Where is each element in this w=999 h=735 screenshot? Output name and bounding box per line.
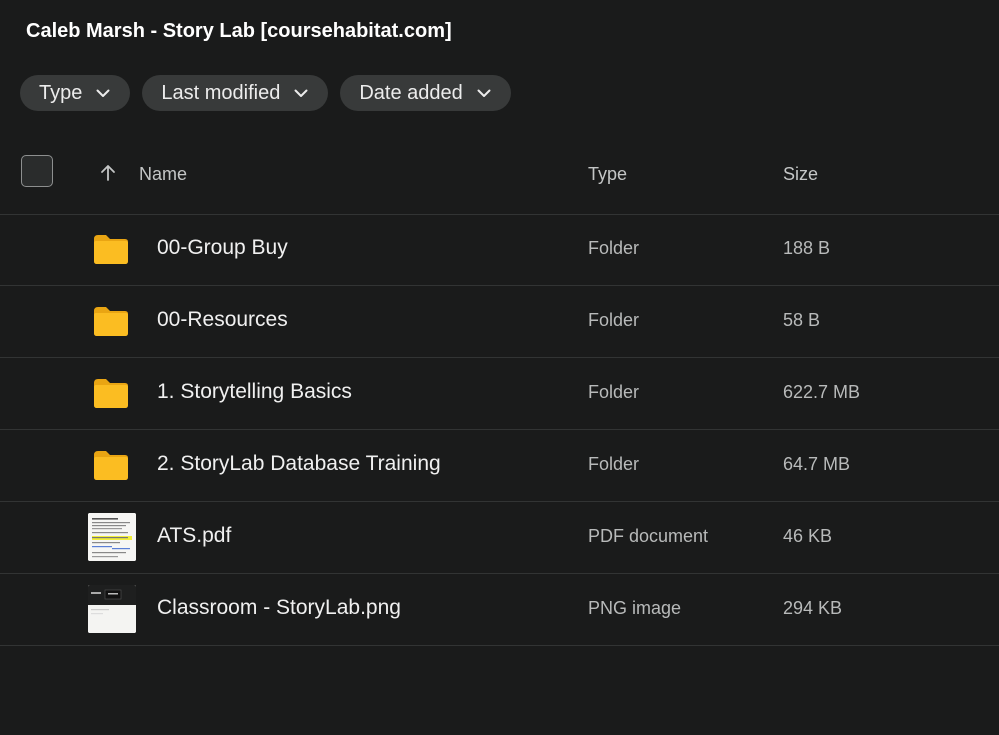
row-size: 188 B: [783, 238, 831, 258]
file-list: 00-Group Buy Folder 188 B 00-Resources F…: [0, 214, 999, 646]
row-name: Classroom - StoryLab.png: [157, 596, 401, 619]
filter-bar: Type Last modified Date added: [20, 75, 511, 111]
table-row[interactable]: 00-Resources Folder 58 B: [0, 286, 999, 358]
filter-date-added-label: Date added: [359, 81, 463, 104]
row-thumbnail: [88, 369, 136, 417]
row-name: ATS.pdf: [157, 524, 232, 547]
row-type: PDF document: [588, 526, 709, 546]
row-size: 64.7 MB: [783, 454, 851, 474]
row-size: 622.7 MB: [783, 382, 861, 402]
row-thumbnail: [88, 441, 136, 489]
row-name: 1. Storytelling Basics: [157, 380, 352, 403]
row-size: 294 KB: [783, 598, 843, 618]
row-size: 58 B: [783, 310, 821, 330]
table-row[interactable]: 2. StoryLab Database Training Folder 64.…: [0, 430, 999, 502]
column-header-size[interactable]: Size: [783, 164, 818, 185]
filter-last-modified-button[interactable]: Last modified: [142, 75, 329, 111]
row-thumbnail: [88, 585, 136, 633]
row-type: Folder: [588, 238, 640, 258]
filter-type-label: Type: [39, 81, 83, 104]
folder-icon: [94, 235, 128, 264]
page-title: Caleb Marsh - Story Lab [coursehabitat.c…: [26, 20, 452, 42]
row-name: 00-Resources: [157, 308, 288, 331]
chevron-down-icon: [96, 89, 110, 97]
row-thumbnail: [88, 513, 136, 561]
filter-last-modified-label: Last modified: [161, 81, 281, 104]
filter-type-button[interactable]: Type: [20, 75, 131, 111]
row-type: PNG image: [588, 598, 682, 618]
column-header-name[interactable]: Name: [139, 164, 187, 185]
chevron-down-icon: [477, 89, 491, 97]
table-header: Name Type Size: [0, 140, 999, 215]
row-type: Folder: [588, 310, 640, 330]
chevron-down-icon: [294, 89, 308, 97]
filter-date-added-button[interactable]: Date added: [340, 75, 511, 111]
folder-icon: [94, 379, 128, 408]
table-row[interactable]: 00-Group Buy Folder 188 B: [0, 214, 999, 286]
png-thumbnail-icon: [88, 585, 136, 633]
folder-icon: [94, 451, 128, 480]
row-type: Folder: [588, 382, 640, 402]
row-type: Folder: [588, 454, 640, 474]
row-thumbnail: [88, 225, 136, 273]
pdf-thumbnail-icon: [88, 513, 136, 561]
folder-icon: [94, 307, 128, 336]
table-row[interactable]: Classroom - StoryLab.png PNG image 294 K…: [0, 574, 999, 646]
row-name: 00-Group Buy: [157, 236, 288, 259]
arrow-up-icon[interactable]: [99, 164, 117, 182]
table-row[interactable]: 1. Storytelling Basics Folder 622.7 MB: [0, 358, 999, 430]
row-size: 46 KB: [783, 526, 833, 546]
select-all-checkbox[interactable]: [21, 155, 53, 187]
row-name: 2. StoryLab Database Training: [157, 452, 441, 475]
table-row[interactable]: ATS.pdf PDF document 46 KB: [0, 502, 999, 574]
row-thumbnail: [88, 297, 136, 345]
column-header-type[interactable]: Type: [588, 164, 627, 185]
